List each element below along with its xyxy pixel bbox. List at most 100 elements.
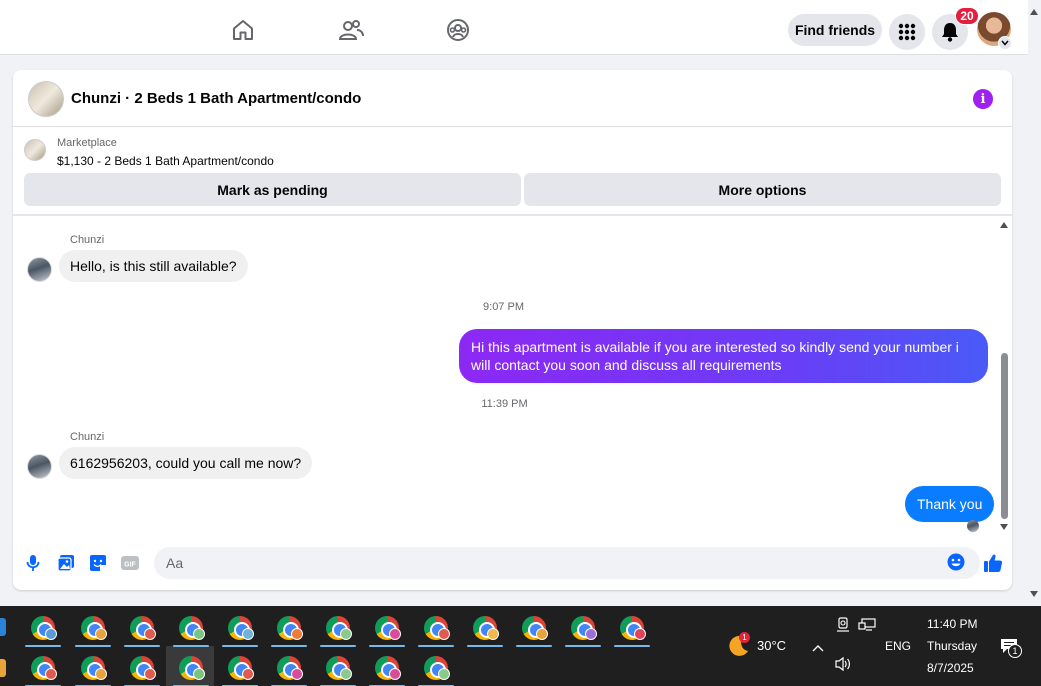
chrome-taskbar-icon[interactable]	[75, 613, 111, 647]
sender-name: Chunzi	[70, 234, 105, 246]
volume-icon[interactable]	[834, 656, 852, 677]
profile-badge-icon	[144, 668, 156, 680]
profile-badge-icon	[95, 668, 107, 680]
avatar[interactable]	[27, 257, 52, 282]
profile-badge-icon	[438, 668, 450, 680]
chrome-taskbar-icon[interactable]	[124, 613, 160, 647]
chrome-taskbar-icon[interactable]	[369, 613, 405, 647]
chrome-taskbar-icon[interactable]	[320, 653, 356, 686]
scrollbar-thumb[interactable]	[1001, 353, 1008, 519]
friends-icon[interactable]	[338, 17, 364, 43]
partial-app-icon[interactable]	[0, 618, 6, 636]
notification-center-icon[interactable]: 1	[1000, 638, 1022, 659]
message-incoming[interactable]: 6162956203, could you call me now?	[59, 447, 313, 479]
gif-icon[interactable]: GIF	[121, 554, 139, 572]
meet-now-icon[interactable]	[836, 617, 850, 638]
sticker-icon[interactable]	[89, 554, 107, 572]
clock-time[interactable]: 11:40 PM	[927, 617, 977, 631]
profile-badge-icon	[438, 628, 450, 640]
windows-taskbar: 1 30°C ENG 11:40 PM Thursday 8/7/2025 1	[0, 606, 1041, 686]
running-indicator	[369, 645, 405, 647]
chat-header: Chunzi · 2 Beds 1 Bath Apartment/condo i	[13, 70, 1012, 127]
groups-icon[interactable]	[445, 17, 471, 43]
info-icon[interactable]: i	[973, 89, 993, 109]
chrome-taskbar-icon[interactable]	[222, 613, 258, 647]
profile-badge-icon	[291, 628, 303, 640]
chat-scrollbar[interactable]	[997, 218, 1011, 540]
more-options-button[interactable]: More options	[524, 173, 1001, 206]
like-icon[interactable]	[982, 552, 1004, 574]
message-incoming[interactable]: Hello, is this still available?	[59, 250, 248, 282]
network-icon[interactable]	[858, 618, 876, 637]
profile-badge-icon	[340, 668, 352, 680]
clock-date[interactable]: 8/7/2025	[927, 661, 974, 675]
profile-badge-icon	[95, 628, 107, 640]
marketplace-label: Marketplace	[57, 137, 117, 149]
top-navigation: Find friends 20	[0, 5, 1028, 55]
chrome-taskbar-icon[interactable]	[25, 613, 61, 647]
profile-badge-icon	[634, 628, 646, 640]
running-indicator	[516, 645, 552, 647]
weather-icon[interactable]: 1	[727, 632, 751, 658]
chrome-taskbar-icon[interactable]	[124, 653, 160, 686]
language-indicator[interactable]: ENG	[885, 639, 911, 653]
listing-price[interactable]: $1,130 - 2 Beds 1 Bath Apartment/condo	[57, 154, 274, 168]
profile-badge-icon	[193, 668, 205, 680]
chrome-taskbar-icon[interactable]	[320, 613, 356, 647]
mark-as-pending-button[interactable]: Mark as pending	[24, 173, 521, 206]
chat-title[interactable]: Chunzi · 2 Beds 1 Bath Apartment/condo	[71, 90, 361, 107]
chrome-taskbar-icon[interactable]	[271, 653, 307, 686]
scroll-down-icon[interactable]	[1000, 524, 1008, 530]
chrome-taskbar-icon[interactable]	[516, 613, 552, 647]
message-input[interactable]: Aa	[154, 547, 980, 579]
scroll-up-icon[interactable]	[1000, 222, 1008, 228]
profile-badge-icon	[45, 628, 57, 640]
chrome-taskbar-icon[interactable]	[75, 653, 111, 686]
scroll-down-icon[interactable]	[1030, 591, 1038, 597]
profile-badge-icon	[340, 628, 352, 640]
profile-badge-icon	[242, 668, 254, 680]
chrome-taskbar-icon[interactable]	[614, 613, 650, 647]
running-indicator	[124, 645, 160, 647]
chrome-taskbar-icon[interactable]	[173, 613, 209, 647]
find-friends-button[interactable]: Find friends	[788, 14, 882, 46]
running-indicator	[320, 645, 356, 647]
running-indicator	[418, 645, 454, 647]
chevron-up-icon[interactable]	[812, 639, 824, 657]
chrome-taskbar-icon[interactable]	[467, 613, 503, 647]
chrome-taskbar-icon[interactable]	[565, 613, 601, 647]
chrome-taskbar-icon[interactable]	[271, 613, 307, 647]
menu-button[interactable]	[889, 14, 925, 50]
chrome-taskbar-icon[interactable]	[25, 653, 61, 686]
chrome-taskbar-icon[interactable]	[369, 653, 405, 686]
profile-badge-icon	[389, 668, 401, 680]
chrome-taskbar-icon[interactable]	[222, 653, 258, 686]
avatar[interactable]	[27, 454, 52, 479]
timestamp: 9:07 PM	[483, 301, 524, 313]
emoji-icon[interactable]	[947, 553, 965, 571]
running-indicator	[565, 645, 601, 647]
listing-thumbnail[interactable]	[24, 139, 46, 161]
partial-app-icon[interactable]	[0, 659, 6, 677]
scroll-up-icon[interactable]	[1030, 9, 1038, 15]
photo-icon[interactable]	[57, 554, 75, 572]
chrome-taskbar-icon[interactable]	[418, 653, 454, 686]
chrome-taskbar-icon[interactable]	[173, 653, 209, 686]
page-scrollbar[interactable]	[1028, 0, 1041, 606]
clock-day[interactable]: Thursday	[927, 639, 977, 653]
profile-badge-icon	[45, 668, 57, 680]
running-indicator	[75, 645, 111, 647]
seen-indicator-avatar	[967, 520, 979, 532]
running-indicator	[25, 645, 61, 647]
microphone-icon[interactable]	[24, 554, 42, 572]
profile-badge-icon	[536, 628, 548, 640]
message-outgoing[interactable]: Thank you	[905, 486, 995, 522]
running-indicator	[173, 645, 209, 647]
chevron-down-icon[interactable]	[998, 36, 1012, 50]
chrome-taskbar-icon[interactable]	[418, 613, 454, 647]
listing-avatar[interactable]	[28, 81, 64, 117]
message-outgoing[interactable]: Hi this apartment is available if you ar…	[459, 329, 988, 383]
home-icon[interactable]	[230, 17, 256, 43]
profile-badge-icon	[144, 628, 156, 640]
weather-temperature[interactable]: 30°C	[757, 638, 786, 653]
